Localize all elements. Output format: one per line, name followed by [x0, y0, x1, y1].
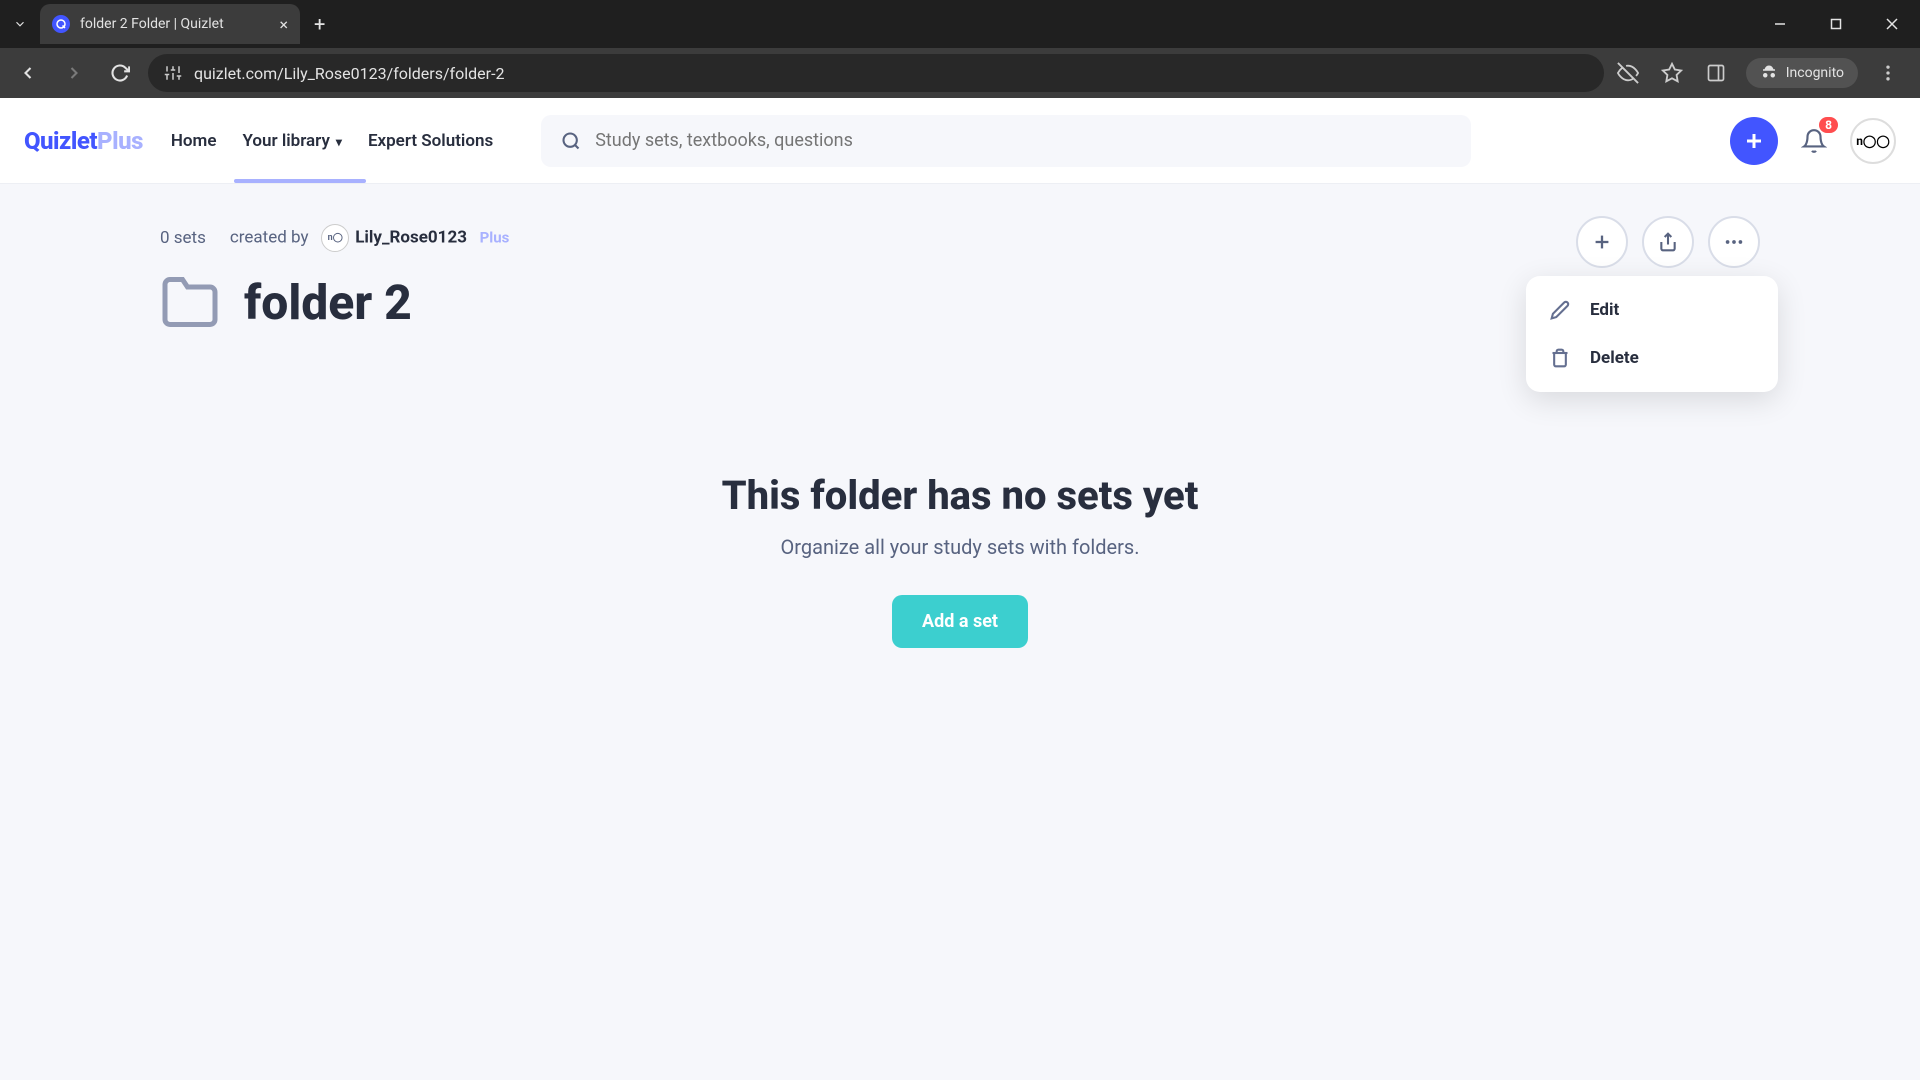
search-bar[interactable]: [541, 115, 1471, 167]
add-set-button[interactable]: Add a set: [892, 595, 1028, 648]
page-content: QuizletPlus Home Your library▾ Expert So…: [0, 98, 1920, 1080]
incognito-icon: [1760, 64, 1778, 82]
bookmark-star-icon[interactable]: [1658, 59, 1686, 87]
site-settings-icon[interactable]: [164, 64, 182, 82]
browser-menu-icon[interactable]: [1874, 59, 1902, 87]
address-bar[interactable]: quizlet.com/Lily_Rose0123/folders/folder…: [148, 54, 1604, 92]
folder-content: 0 sets created by n◯ Lily_Rose0123 Plus f…: [0, 184, 1920, 688]
more-options-button[interactable]: [1708, 216, 1760, 268]
logo-main: Quizlet: [24, 127, 97, 155]
minimize-button[interactable]: [1752, 4, 1808, 44]
created-by-label: created by: [230, 227, 309, 247]
url-text: quizlet.com/Lily_Rose0123/folders/folder…: [194, 64, 504, 83]
delete-icon: [1550, 348, 1572, 368]
empty-subtext: Organize all your study sets with folder…: [160, 535, 1760, 559]
share-button[interactable]: [1642, 216, 1694, 268]
nav-home[interactable]: Home: [171, 101, 217, 181]
forward-button[interactable]: [56, 55, 92, 91]
quizlet-logo[interactable]: QuizletPlus: [24, 127, 143, 155]
folder-meta: 0 sets created by n◯ Lily_Rose0123 Plus: [160, 224, 1760, 252]
creator-username[interactable]: Lily_Rose0123: [355, 227, 467, 247]
dropdown-edit-label: Edit: [1590, 300, 1619, 320]
notification-badge: 8: [1819, 117, 1838, 133]
eye-off-icon[interactable]: [1614, 59, 1642, 87]
tab-title: folder 2 Folder | Quizlet: [80, 16, 269, 32]
back-button[interactable]: [10, 55, 46, 91]
dropdown-edit[interactable]: Edit: [1526, 286, 1778, 334]
incognito-label: Incognito: [1786, 65, 1844, 81]
tab-close-icon[interactable]: ×: [279, 15, 288, 34]
add-button[interactable]: [1576, 216, 1628, 268]
plus-badge: Plus: [480, 228, 510, 246]
edit-icon: [1550, 300, 1572, 320]
browser-toolbar: quizlet.com/Lily_Rose0123/folders/folder…: [0, 48, 1920, 98]
tab-search-dropdown[interactable]: [0, 6, 40, 42]
sets-count: 0 sets: [160, 228, 206, 248]
reload-button[interactable]: [102, 55, 138, 91]
folder-actions: [1576, 216, 1760, 268]
search-icon: [561, 131, 581, 151]
folder-title-row: folder 2: [160, 272, 1760, 332]
dropdown-delete-label: Delete: [1590, 348, 1639, 368]
search-input[interactable]: [595, 130, 1451, 151]
close-window-button[interactable]: [1864, 4, 1920, 44]
logo-plus: Plus: [97, 127, 143, 155]
options-dropdown: Edit Delete: [1526, 276, 1778, 392]
folder-title: folder 2: [244, 274, 412, 331]
create-button[interactable]: [1730, 117, 1778, 165]
main-nav: Home Your library▾ Expert Solutions: [171, 101, 493, 181]
dropdown-delete[interactable]: Delete: [1526, 334, 1778, 382]
chevron-down-icon: ▾: [336, 135, 342, 149]
site-header: QuizletPlus Home Your library▾ Expert So…: [0, 98, 1920, 184]
window-controls: [1752, 4, 1920, 44]
side-panel-icon[interactable]: [1702, 59, 1730, 87]
maximize-button[interactable]: [1808, 4, 1864, 44]
empty-state: This folder has no sets yet Organize all…: [160, 472, 1760, 648]
user-avatar[interactable]: n◯◯: [1850, 118, 1896, 164]
empty-heading: This folder has no sets yet: [160, 472, 1760, 519]
new-tab-button[interactable]: +: [300, 12, 339, 36]
browser-tab[interactable]: folder 2 Folder | Quizlet ×: [40, 4, 300, 44]
quizlet-favicon: [52, 15, 70, 33]
nav-expert-solutions[interactable]: Expert Solutions: [368, 101, 493, 181]
browser-titlebar: folder 2 Folder | Quizlet × +: [0, 0, 1920, 48]
folder-icon: [160, 272, 220, 332]
nav-your-library[interactable]: Your library▾: [242, 101, 341, 181]
creator-avatar: n◯: [321, 224, 349, 252]
incognito-indicator[interactable]: Incognito: [1746, 58, 1858, 88]
notifications-button[interactable]: 8: [1794, 121, 1834, 161]
